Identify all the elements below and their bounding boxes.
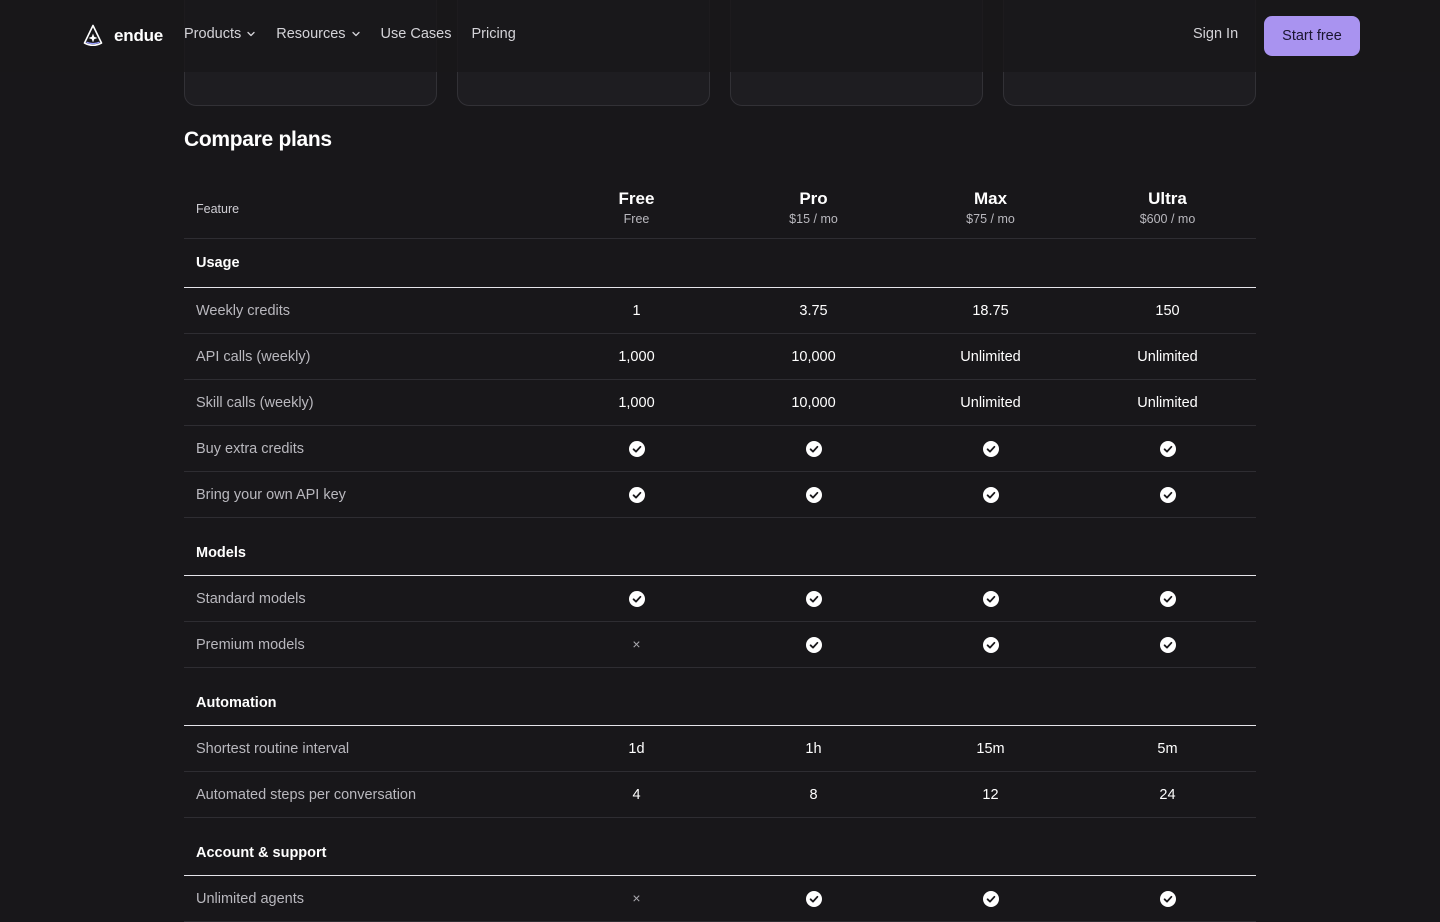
- value-pro: 1h: [805, 740, 822, 757]
- group-heading: Models: [184, 518, 1256, 576]
- value-ultra: Unlimited: [1137, 394, 1198, 411]
- value-ultra: Unlimited: [1137, 348, 1198, 365]
- check-circle-icon: [725, 440, 902, 457]
- table-row: API calls (weekly) 1,000 10,000 Unlimited Un…: [184, 334, 1256, 380]
- check-circle-icon: [1079, 890, 1256, 907]
- group-heading: Usage: [184, 239, 1256, 288]
- check-circle-icon: [902, 590, 1079, 607]
- feature-label: API calls (weekly): [196, 348, 311, 365]
- check-circle-icon: [548, 486, 725, 503]
- feature-label: Unlimited agents: [196, 890, 304, 907]
- plan-price: $75 / mo: [966, 211, 1015, 226]
- check-circle-icon: [725, 486, 902, 503]
- table-row: Standard models: [184, 576, 1256, 622]
- check-circle-icon: [725, 890, 902, 907]
- start-free-button[interactable]: Start free: [1264, 16, 1360, 56]
- value-pro: 10,000: [791, 394, 836, 411]
- check-circle-icon: [1079, 590, 1256, 607]
- feature-label: Shortest routine interval: [196, 740, 350, 757]
- nav-resources-menu[interactable]: Resources: [276, 26, 360, 42]
- nav-products-menu[interactable]: Products: [184, 26, 256, 42]
- check-circle-icon: [902, 486, 1079, 503]
- value-free: 1,000: [618, 394, 655, 411]
- table-row: Premium models ×: [184, 622, 1256, 668]
- value-free: 1d: [628, 740, 645, 757]
- check-circle-icon: [902, 890, 1079, 907]
- top-navbar: endue Products Resources Use Cases Prici…: [0, 0, 1440, 72]
- value-pro: 3.75: [799, 302, 828, 319]
- value-ultra: 150: [1155, 302, 1180, 319]
- feature-label: Buy extra credits: [196, 440, 304, 457]
- cross-icon: ×: [548, 636, 725, 653]
- group-heading: Automation: [184, 668, 1256, 726]
- check-circle-icon: [725, 636, 902, 653]
- nav-resources-label: Resources: [276, 26, 346, 42]
- table-header-row: Feature Free Free Pro $15 / mo Max $75 /…: [184, 176, 1256, 239]
- plan-name: Ultra: [1148, 188, 1187, 208]
- nav-use-cases-link[interactable]: Use Cases: [381, 26, 452, 42]
- plan-header-max: Max $75 / mo: [902, 189, 1079, 226]
- sign-in-link[interactable]: Sign In: [1193, 26, 1238, 42]
- plan-header-pro: Pro $15 / mo: [725, 189, 902, 226]
- feature-label: Automated steps per conversation: [196, 786, 417, 803]
- value-max: Unlimited: [960, 394, 1021, 411]
- feature-label: Bring your own API key: [196, 486, 346, 503]
- feature-label: Weekly credits: [196, 302, 291, 319]
- table-row: Shortest routine interval 1d 1h 15m 5m: [184, 726, 1256, 772]
- chevron-down-icon: [247, 31, 255, 37]
- feature-label: Standard models: [196, 590, 306, 607]
- plan-price: $15 / mo: [789, 211, 838, 226]
- table-row: Unlimited agents ×: [184, 876, 1256, 922]
- value-max: Unlimited: [960, 348, 1021, 365]
- check-circle-icon: [548, 590, 725, 607]
- table-row: Skill calls (weekly) 1,000 10,000 Unlimited…: [184, 380, 1256, 426]
- check-circle-icon: [902, 440, 1079, 457]
- plan-price: $600 / mo: [1139, 211, 1196, 226]
- value-pro: 8: [809, 786, 818, 803]
- value-free: 1: [632, 302, 641, 319]
- check-circle-icon: [725, 590, 902, 607]
- feature-label: Skill calls (weekly): [196, 394, 314, 411]
- check-circle-icon: [1079, 440, 1256, 457]
- nav-products-label: Products: [184, 26, 242, 42]
- table-row: Bring your own API key: [184, 472, 1256, 518]
- plan-name: Max: [973, 188, 1008, 208]
- plan-header-free: Free Free: [548, 189, 725, 226]
- value-ultra: 24: [1159, 786, 1176, 803]
- plan-header-ultra: Ultra $600 / mo: [1079, 189, 1256, 226]
- chevron-down-icon: [351, 31, 360, 37]
- primary-nav: Products Resources Use Cases Pricing: [184, 26, 536, 42]
- check-circle-icon: [548, 440, 725, 457]
- cross-glyph: ×: [632, 890, 641, 906]
- value-free: 1,000: [618, 348, 655, 365]
- compare-plans-table: Feature Free Free Pro $15 / mo Max $75 /…: [184, 176, 1256, 922]
- feature-column-header: Feature: [196, 201, 240, 216]
- check-circle-icon: [1079, 486, 1256, 503]
- group-heading: Account & support: [184, 818, 1256, 876]
- value-max: 15m: [976, 740, 1005, 757]
- nav-pricing-link[interactable]: Pricing: [471, 26, 515, 42]
- check-circle-icon: [902, 636, 1079, 653]
- check-circle-icon: [1079, 636, 1256, 653]
- plan-name: Free: [618, 188, 655, 208]
- brand-logo-icon: [83, 24, 103, 47]
- value-free: 4: [632, 786, 641, 803]
- table-row: Buy extra credits: [184, 426, 1256, 472]
- section-title: Compare plans: [184, 128, 332, 151]
- value-pro: 10,000: [791, 348, 836, 365]
- table-row: Automated steps per conversation 4 8 12 24: [184, 772, 1256, 818]
- table-row: Weekly credits 1 3.75 18.75 150: [184, 288, 1256, 334]
- brand-name: endue: [114, 26, 164, 45]
- plan-name: Pro: [799, 188, 828, 208]
- cross-icon: ×: [548, 890, 725, 907]
- cross-glyph: ×: [632, 636, 641, 652]
- value-ultra: 5m: [1157, 740, 1178, 757]
- value-max: 18.75: [972, 302, 1009, 319]
- brand-logo-link[interactable]: endue: [82, 24, 163, 48]
- value-max: 12: [982, 786, 999, 803]
- plan-price: Free: [623, 211, 650, 226]
- feature-label: Premium models: [196, 636, 305, 653]
- table-body: Usage Weekly credits 1 3.75 18.75 150 API call…: [184, 239, 1256, 922]
